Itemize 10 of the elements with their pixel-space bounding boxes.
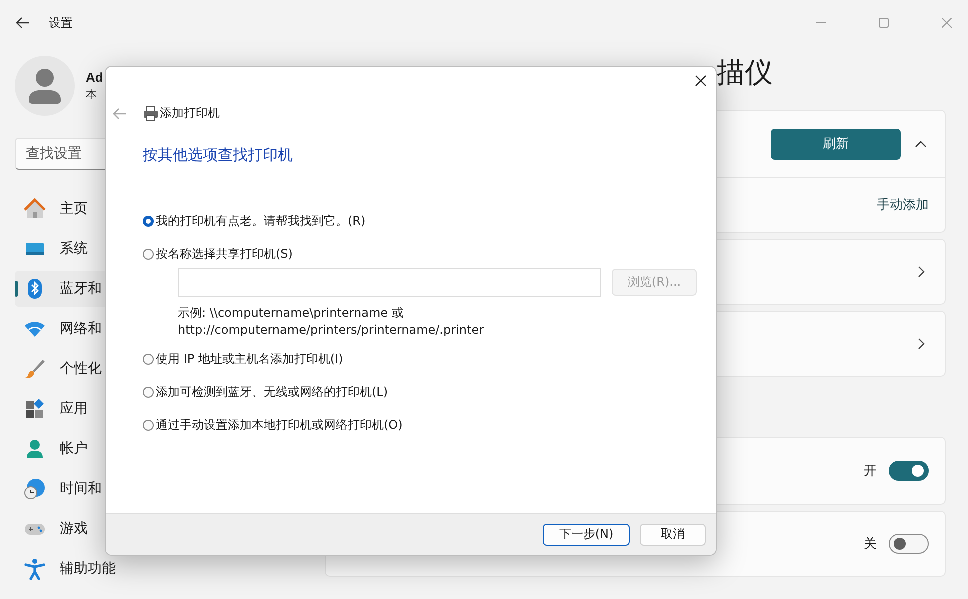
profile-name: Ad: [86, 70, 104, 85]
dialog-heading: 按其他选项查找打印机: [143, 146, 294, 165]
example-text: 示例: \\computername\printername 或: [178, 305, 405, 322]
profile-subtitle: 本: [86, 87, 98, 102]
page-title: 描仪: [717, 58, 773, 88]
dialog-title: 添加打印机: [160, 105, 220, 122]
example-text: http://computername/printers/printername/.printer: [178, 322, 486, 339]
toggle-state-label: 开: [864, 463, 877, 480]
toggle-state-label: 关: [864, 536, 877, 553]
window-title: 设置: [49, 14, 73, 32]
